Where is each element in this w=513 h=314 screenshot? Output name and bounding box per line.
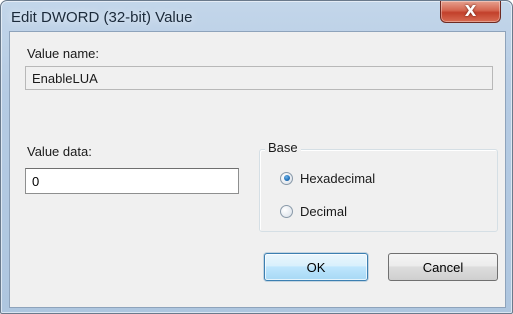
- radio-unselected-icon[interactable]: [280, 204, 293, 218]
- hexadecimal-label: Hexadecimal: [300, 170, 376, 186]
- decimal-radio[interactable]: Decimal: [280, 202, 347, 220]
- cancel-button[interactable]: Cancel: [388, 253, 498, 281]
- hexadecimal-radio[interactable]: Hexadecimal: [280, 169, 375, 187]
- base-groupbox-title: Base: [265, 140, 301, 155]
- dialog-window: Edit DWORD (32-bit) Value X Value name: …: [0, 0, 513, 314]
- value-data-input[interactable]: [25, 168, 239, 194]
- decimal-label: Decimal: [300, 203, 347, 219]
- title-bar[interactable]: Edit DWORD (32-bit) Value X: [1, 1, 512, 31]
- window-title: Edit DWORD (32-bit) Value: [11, 9, 193, 26]
- value-name-label: Value name:: [27, 46, 100, 61]
- value-data-label: Value data:: [27, 144, 92, 159]
- radio-selected-icon[interactable]: [280, 171, 293, 185]
- close-button[interactable]: X: [440, 1, 501, 23]
- value-name-field[interactable]: EnableLUA: [25, 66, 493, 90]
- ok-button[interactable]: OK: [264, 253, 368, 281]
- close-icon: X: [464, 2, 477, 20]
